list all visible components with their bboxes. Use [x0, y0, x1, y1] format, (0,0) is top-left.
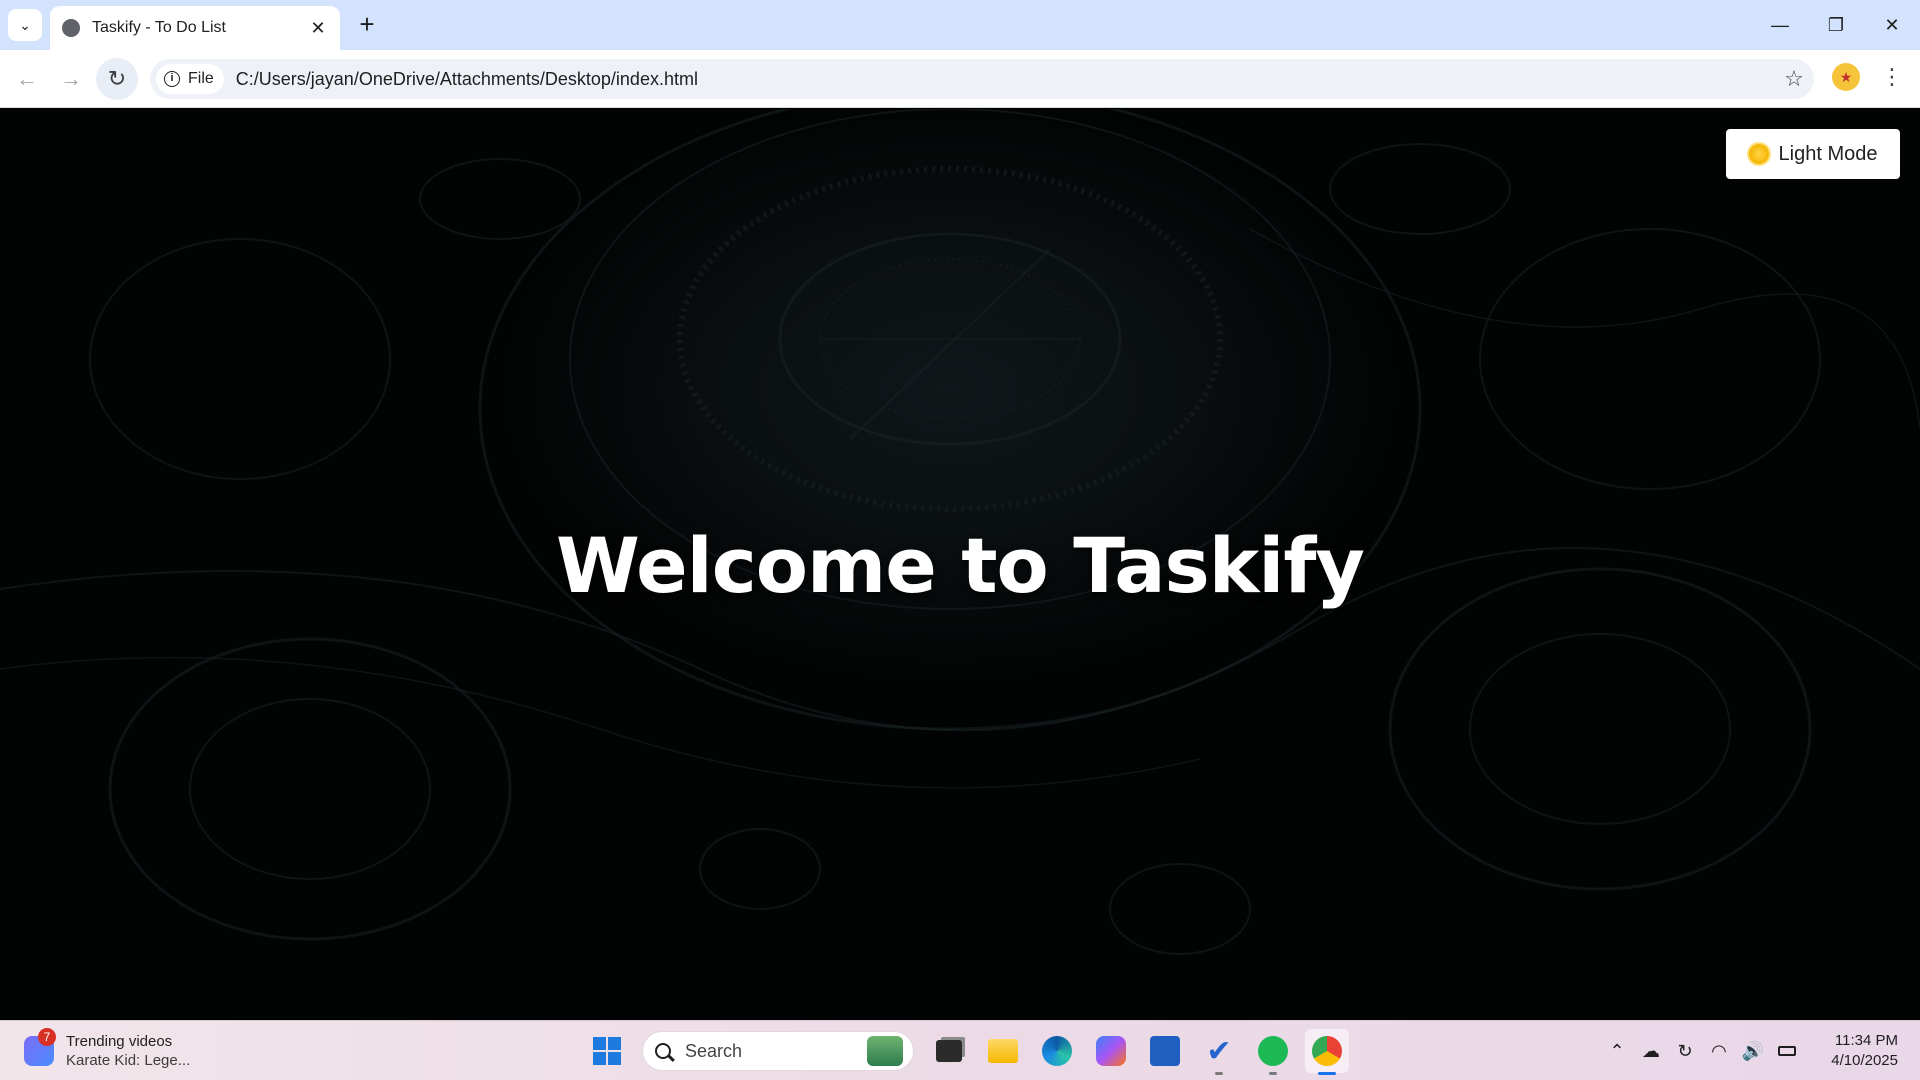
- minimize-icon: —: [1771, 14, 1789, 35]
- site-info-chip[interactable]: i File: [156, 64, 224, 94]
- spotify-icon: [1258, 1036, 1288, 1066]
- wifi-button[interactable]: ◠: [1704, 1036, 1734, 1066]
- chevron-up-icon: ⌃: [1609, 1040, 1625, 1061]
- address-bar[interactable]: i File C:/Users/jayan/OneDrive/Attachmen…: [150, 59, 1814, 99]
- show-hidden-icons-button[interactable]: ⌃: [1602, 1036, 1632, 1066]
- light-mode-toggle-button[interactable]: Light Mode: [1726, 129, 1900, 179]
- battery-button[interactable]: [1772, 1036, 1802, 1066]
- forward-button[interactable]: →: [54, 62, 88, 96]
- star-icon[interactable]: ☆: [1774, 66, 1814, 92]
- widget-subtitle: Karate Kid: Lege...: [66, 1052, 191, 1069]
- sync-button[interactable]: ↻: [1670, 1036, 1700, 1066]
- search-placeholder: Search: [685, 1040, 743, 1061]
- tab-search-button[interactable]: ⌄: [8, 9, 42, 41]
- store-icon: [1150, 1036, 1180, 1066]
- todo-button[interactable]: ✔: [1197, 1029, 1241, 1075]
- spotify-button[interactable]: [1251, 1029, 1295, 1075]
- onedrive-button[interactable]: ☁: [1636, 1036, 1666, 1066]
- windows-start-icon: [593, 1037, 621, 1065]
- copilot-button[interactable]: [1089, 1029, 1133, 1073]
- windows-taskbar: 7 Trending videos Karate Kid: Lege... Se…: [0, 1020, 1920, 1080]
- chrome-button[interactable]: [1305, 1029, 1349, 1075]
- back-button[interactable]: ←: [10, 62, 44, 96]
- taskbar-search[interactable]: Search: [642, 1031, 914, 1071]
- widget-title: Trending videos: [66, 1033, 173, 1050]
- chrome-icon: [1312, 1036, 1342, 1066]
- close-icon[interactable]: ✕: [308, 18, 328, 39]
- clock-date: 4/10/2025: [1831, 1052, 1898, 1069]
- new-tab-button[interactable]: +: [352, 10, 382, 40]
- battery-icon: [1778, 1046, 1796, 1056]
- profile-icon: ★: [1839, 68, 1853, 85]
- close-window-button[interactable]: ✕: [1864, 0, 1920, 50]
- task-view-icon: [936, 1040, 962, 1062]
- wifi-icon: ◠: [1711, 1040, 1727, 1061]
- taskbar-pinned-apps: Search ✔: [580, 1027, 1354, 1075]
- sync-icon: ↻: [1677, 1040, 1693, 1061]
- sun-icon: [1748, 144, 1769, 164]
- browser-tab[interactable]: Taskify - To Do List ✕: [50, 6, 340, 50]
- url-text[interactable]: C:/Users/jayan/OneDrive/Attachments/Desk…: [236, 69, 1774, 90]
- start-button[interactable]: [585, 1029, 629, 1073]
- copilot-icon: [1096, 1036, 1126, 1066]
- edge-button[interactable]: [1035, 1029, 1079, 1073]
- video-widget-icon: 7: [24, 1028, 56, 1066]
- restore-icon: ❐: [1827, 14, 1845, 35]
- kebab-menu-icon[interactable]: ⋮: [1878, 62, 1906, 92]
- system-tray: ⌃ ☁ ↻ ◠ 🔊: [1600, 1031, 1804, 1071]
- cloud-icon: ☁: [1642, 1040, 1660, 1061]
- plus-icon: +: [359, 9, 375, 39]
- edge-icon: [1042, 1036, 1072, 1066]
- folder-icon: [988, 1039, 1018, 1063]
- page-viewport: Light Mode Welcome to Taskify: [0, 109, 1920, 1020]
- reload-icon: ↻: [107, 66, 127, 91]
- search-highlight-icon: [867, 1036, 903, 1066]
- close-icon: ✕: [1884, 14, 1900, 35]
- light-mode-label: Light Mode: [1778, 142, 1878, 165]
- reload-button[interactable]: ↻: [96, 58, 138, 100]
- page-title: Welcome to Taskify: [556, 521, 1365, 610]
- arrow-right-icon: →: [60, 66, 82, 91]
- globe-icon: [62, 19, 80, 37]
- restore-button[interactable]: ❐: [1808, 0, 1864, 50]
- taskbar-clock[interactable]: 11:34 PM 4/10/2025: [1831, 1031, 1898, 1071]
- store-button[interactable]: [1143, 1029, 1187, 1073]
- checkmark-icon: ✔: [1206, 1034, 1232, 1068]
- file-explorer-button[interactable]: [981, 1029, 1025, 1073]
- profile-avatar[interactable]: ★: [1832, 63, 1860, 91]
- volume-button[interactable]: 🔊: [1738, 1036, 1768, 1066]
- chevron-down-icon: ⌄: [19, 16, 31, 33]
- notification-badge: 7: [38, 1028, 56, 1046]
- search-icon: [655, 1043, 671, 1059]
- arrow-left-icon: ←: [16, 66, 38, 91]
- browser-tab-strip: ⌄ Taskify - To Do List ✕ + — ❐ ✕: [0, 0, 1920, 50]
- file-label: File: [188, 70, 214, 87]
- minimize-button[interactable]: —: [1752, 0, 1808, 50]
- task-view-button[interactable]: [927, 1029, 971, 1073]
- tab-title: Taskify - To Do List: [92, 19, 226, 36]
- window-controls: — ❐ ✕: [1752, 0, 1920, 50]
- speaker-icon: 🔊: [1741, 1040, 1765, 1061]
- browser-toolbar: ← → ↻ i File C:/Users/jayan/OneDrive/Att…: [0, 50, 1920, 108]
- widgets-button[interactable]: 7 Trending videos Karate Kid: Lege...: [24, 1028, 191, 1073]
- clock-time: 11:34 PM: [1834, 1032, 1898, 1049]
- info-icon: i: [164, 71, 180, 87]
